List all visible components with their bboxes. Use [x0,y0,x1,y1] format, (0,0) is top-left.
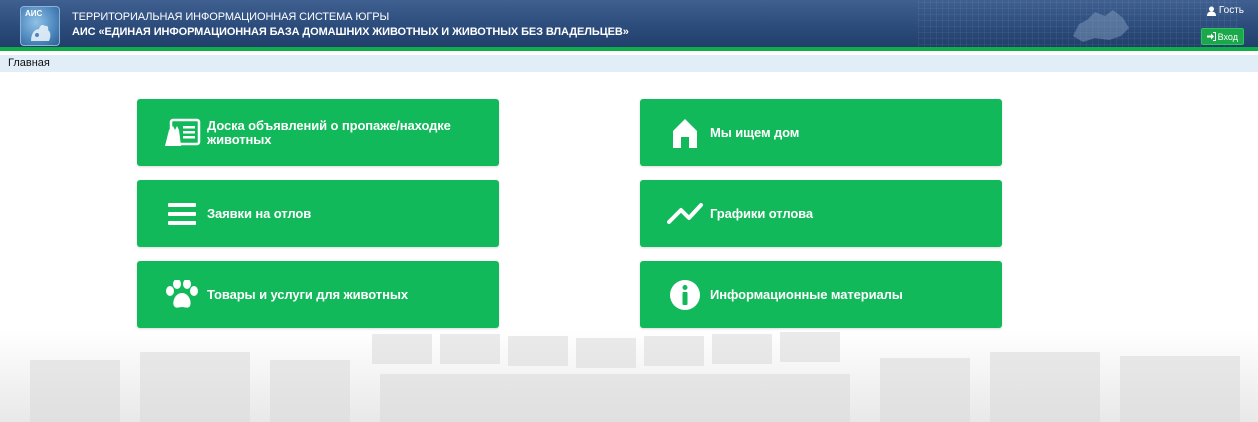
sign-in-icon [1206,32,1216,41]
breadcrumb: Главная [0,55,1258,72]
card-pet-goods-services[interactable]: Товары и услуги для животных [137,261,499,328]
card-label: Доска объявлений о пропаже/находке живот… [207,117,451,147]
app-header: АИС ТЕРРИТОРИАЛЬНАЯ ИНФОРМАЦИОННАЯ СИСТЕ… [0,0,1258,51]
user-icon [1206,6,1216,16]
login-button[interactable]: Вход [1200,28,1244,45]
card-label: Мы ищем дом [710,124,800,140]
user-area[interactable]: Гость [1206,5,1244,16]
card-label: Информационные материалы [710,286,903,302]
login-label: Вход [1217,31,1238,42]
card-lost-found-board[interactable]: Доска объявлений о пропаже/находке живот… [137,99,499,166]
paw-icon [166,279,198,308]
animals-logo-icon [31,25,51,41]
card-looking-for-home[interactable]: Мы ищем дом [640,99,1002,166]
card-capture-schedules[interactable]: Графики отлова [640,180,1002,247]
user-name: Гость [1218,5,1244,16]
logo-text: АИС [25,9,43,18]
app-logo[interactable]: АИС [20,6,60,46]
card-capture-requests[interactable]: Заявки на отлов [137,180,499,247]
database-title: АИС «ЕДИНАЯ ИНФОРМАЦИОННАЯ БАЗА ДОМАШНИХ… [72,26,629,38]
card-label: Товары и услуги для животных [207,286,408,302]
info-icon [670,279,700,310]
background-photo-collage [0,330,1258,422]
breadcrumb-home[interactable]: Главная [8,57,50,69]
ad-board-icon [165,118,201,146]
card-label: Графики отлова [710,205,814,221]
house-icon [673,118,697,148]
system-title: ТЕРРИТОРИАЛЬНАЯ ИНФОРМАЦИОННАЯ СИСТЕМА Ю… [72,11,390,23]
region-map-icon [1073,10,1129,42]
list-icon [168,202,196,225]
card-label: Заявки на отлов [207,205,312,221]
chart-line-icon [667,202,703,224]
card-information-materials[interactable]: Информационные материалы [640,261,1002,328]
